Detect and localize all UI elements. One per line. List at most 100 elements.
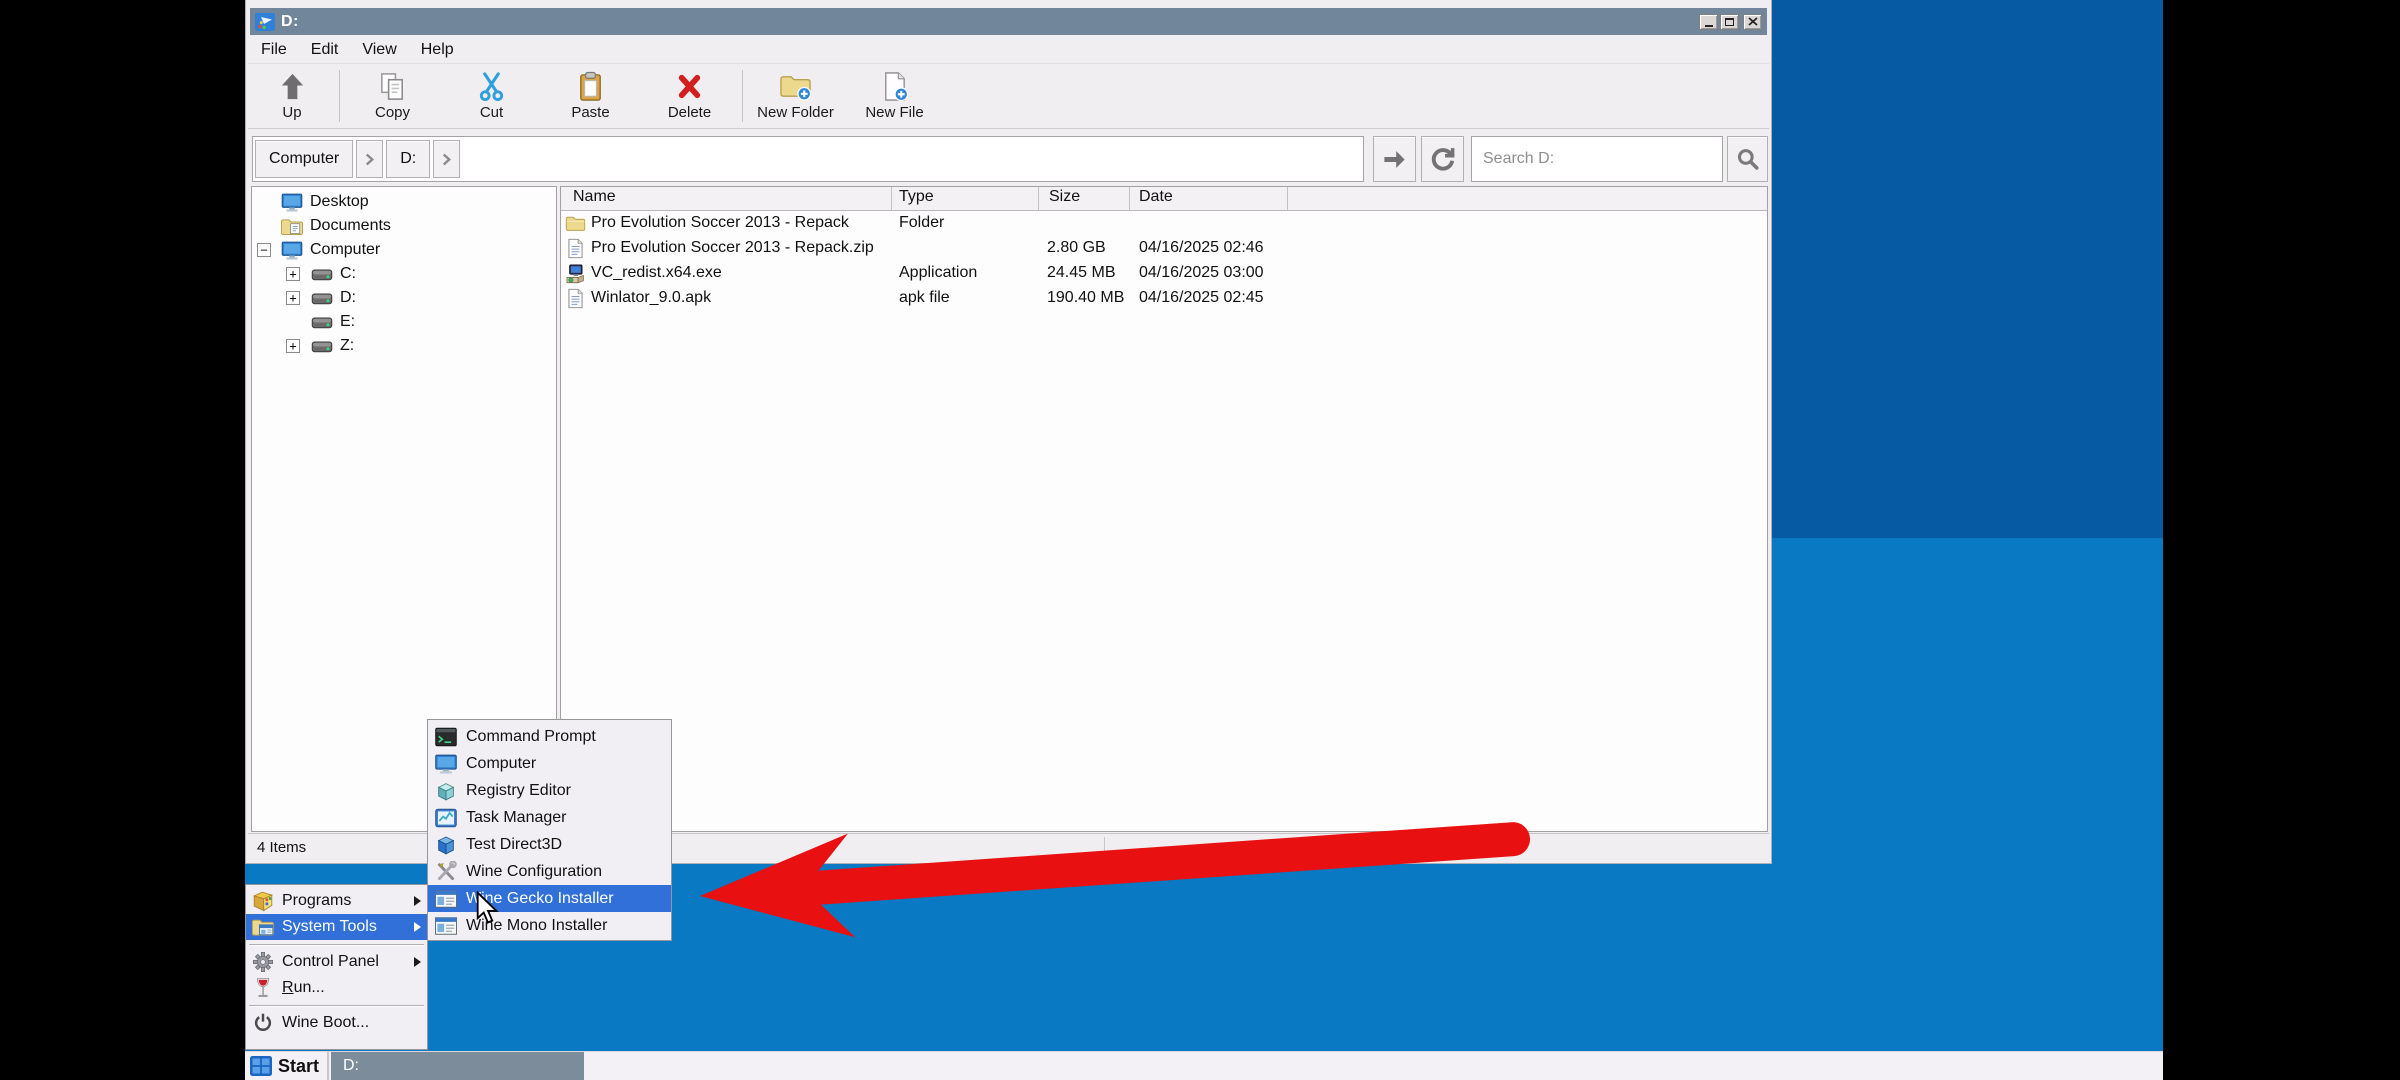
column-header-name[interactable]: Name <box>573 188 616 206</box>
toolbar-button-delete[interactable]: Delete <box>640 65 739 127</box>
minimize-icon <box>1705 25 1713 27</box>
file-row-winlator-9-0-apk[interactable]: Winlator_9.0.apkapk file190.40 MB04/16/2… <box>561 286 1767 311</box>
column-separator <box>1287 187 1288 210</box>
tree-item-z[interactable]: + Z: <box>252 334 556 358</box>
tree-item-label: D: <box>340 289 356 307</box>
new-folder-icon <box>779 71 812 102</box>
title-bar: D: <box>250 8 1767 35</box>
terminal-icon <box>434 726 458 748</box>
start-menu-item-programs[interactable]: Programs <box>246 888 427 914</box>
submenu-item-computer[interactable]: Computer <box>428 750 671 777</box>
submenu-item-task-manager[interactable]: Task Manager <box>428 804 671 831</box>
item-count: 4 Items <box>257 839 306 856</box>
tree-expander-minus[interactable]: − <box>257 243 271 257</box>
column-header-type[interactable]: Type <box>899 188 934 206</box>
status-bar-divider <box>1104 837 1105 857</box>
toolbar-button-paste[interactable]: Paste <box>541 65 640 127</box>
toolbar-button-new-folder[interactable]: New Folder <box>746 65 845 127</box>
tree-item-c[interactable]: +C: <box>252 262 556 286</box>
start-button[interactable]: Start <box>245 1052 329 1080</box>
submenu-item-label: Wine Mono Installer <box>466 917 607 935</box>
tree-expander-plus[interactable]: + <box>286 291 300 305</box>
drive-icon <box>310 264 334 285</box>
tree-item-e[interactable]: E: <box>252 310 556 334</box>
tree-item-computer[interactable]: −Computer <box>252 238 556 262</box>
column-header-date[interactable]: Date <box>1139 188 1173 206</box>
tree-expander-plus[interactable]: + <box>286 267 300 281</box>
tree-item-label: Desktop <box>310 193 369 211</box>
start-menu-item-control-panel[interactable]: Control Panel <box>246 949 427 975</box>
tree-item-documents[interactable]: Documents <box>252 214 556 238</box>
tree-item-label: Z: <box>340 337 354 355</box>
gear-icon <box>251 951 275 973</box>
submenu-item-registry-editor[interactable]: Registry Editor <box>428 777 671 804</box>
start-menu-item-wine-boot[interactable]: Wine Boot... <box>246 1010 427 1036</box>
breadcrumb-segment-computer[interactable]: Computer <box>255 140 353 178</box>
file-date: 04/16/2025 02:45 <box>1139 289 1264 307</box>
tree-item-d[interactable]: + D: <box>252 286 556 310</box>
toolbar-button-copy[interactable]: Copy <box>343 65 442 127</box>
drive-icon <box>310 336 334 357</box>
minimize-button[interactable] <box>1699 14 1718 30</box>
programs-icon <box>251 890 275 912</box>
toolbar-separator <box>339 70 340 122</box>
tools-icon <box>434 861 458 883</box>
menu-file[interactable]: File <box>249 41 299 59</box>
submenu-arrow-icon <box>414 957 421 967</box>
file-row-vc-redist-x64-exe[interactable]: VC_redist.x64.exeApplication24.45 MB04/1… <box>561 261 1767 286</box>
breadcrumb-chevron[interactable] <box>356 140 383 178</box>
task-manager-icon <box>434 807 458 829</box>
start-menu-item-run[interactable]: Run... <box>246 975 427 1001</box>
go-button[interactable] <box>1373 136 1416 182</box>
toolbar-button-up[interactable]: Up <box>248 65 336 127</box>
start-menu-separator <box>249 944 424 945</box>
tree-expander-plus[interactable]: + <box>286 339 300 353</box>
search-input[interactable] <box>1471 136 1723 182</box>
file-list-header: Name Type Size Date <box>561 187 1767 211</box>
menu-help[interactable]: Help <box>409 41 466 59</box>
system-tools-submenu: Command PromptComputerRegistry Editor Tas… <box>427 719 672 941</box>
file-name: Pro Evolution Soccer 2013 - Repack.zip <box>591 239 874 257</box>
drive-icon <box>310 288 334 309</box>
toolbar-separator <box>742 70 743 122</box>
toolbar-button-cut[interactable]: Cut <box>442 65 541 127</box>
refresh-button[interactable] <box>1421 136 1464 182</box>
submenu-item-label: Task Manager <box>466 809 567 827</box>
toolbar-button-label: Delete <box>668 104 711 121</box>
toolbar-button-new-file[interactable]: New File <box>845 65 944 127</box>
breadcrumb-chevron[interactable] <box>433 140 460 178</box>
taskbar-task-d[interactable]: D: <box>331 1052 584 1080</box>
magnifier-icon <box>1734 146 1761 173</box>
submenu-item-command-prompt[interactable]: Command Prompt <box>428 723 671 750</box>
toolbar-button-label: Copy <box>375 104 410 121</box>
column-separator <box>1038 187 1039 210</box>
file-row-pro-evolution-soccer-2013-repack-zip[interactable]: Pro Evolution Soccer 2013 - Repack.zip2.… <box>561 236 1767 261</box>
submenu-item-wine-configuration[interactable]: Wine Configuration <box>428 858 671 885</box>
breadcrumb-segment-d[interactable]: D: <box>386 140 430 178</box>
column-header-size[interactable]: Size <box>1049 188 1080 206</box>
start-button-label: Start <box>278 1056 319 1077</box>
installer-icon <box>565 263 586 284</box>
file-list-rows: Pro Evolution Soccer 2013 - RepackFolder… <box>561 211 1767 311</box>
menu-edit[interactable]: Edit <box>299 41 351 59</box>
maximize-button[interactable] <box>1720 14 1739 30</box>
clipboard-icon <box>574 71 607 102</box>
column-separator <box>1129 187 1130 210</box>
file-name: Pro Evolution Soccer 2013 - Repack <box>591 214 849 232</box>
menu-view[interactable]: View <box>350 41 408 59</box>
submenu-item-wine-mono-installer[interactable]: Wine Mono Installer <box>428 912 671 939</box>
submenu-item-test-direct3d[interactable]: Test Direct3D <box>428 831 671 858</box>
submenu-item-wine-gecko-installer[interactable]: Wine Gecko Installer <box>428 885 671 912</box>
refresh-icon <box>1429 146 1456 173</box>
start-menu-item-label: System Tools <box>282 918 377 936</box>
toolbar-button-label: New Folder <box>757 104 834 121</box>
search-button[interactable] <box>1727 136 1768 182</box>
close-button[interactable] <box>1743 14 1762 30</box>
system-tools-icon <box>251 916 275 938</box>
start-menu-item-system-tools[interactable]: System Tools <box>246 914 427 940</box>
window-title: D: <box>281 13 299 31</box>
screen: D: FileEditViewHelp Up Copy CutPaste Delete… <box>0 0 2400 1080</box>
file-row-pro-evolution-soccer-2013-repack[interactable]: Pro Evolution Soccer 2013 - RepackFolder <box>561 211 1767 236</box>
tree-item-desktop[interactable]: Desktop <box>252 190 556 214</box>
file-type: apk file <box>899 289 950 307</box>
